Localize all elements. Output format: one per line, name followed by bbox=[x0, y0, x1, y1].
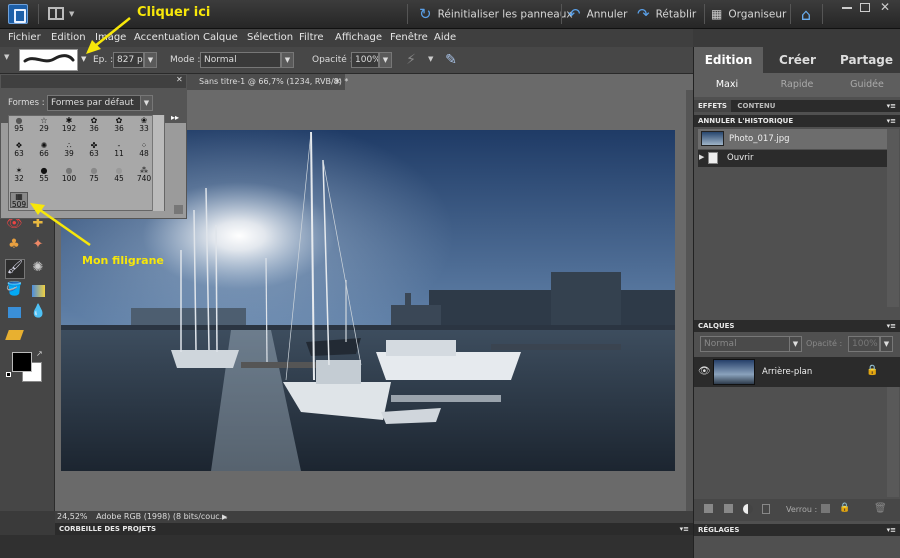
annotation-click-here: Cliquer ici bbox=[137, 5, 211, 20]
annotation-arrows bbox=[30, 17, 131, 247]
annotation-watermark: Mon filigrane bbox=[82, 254, 164, 267]
